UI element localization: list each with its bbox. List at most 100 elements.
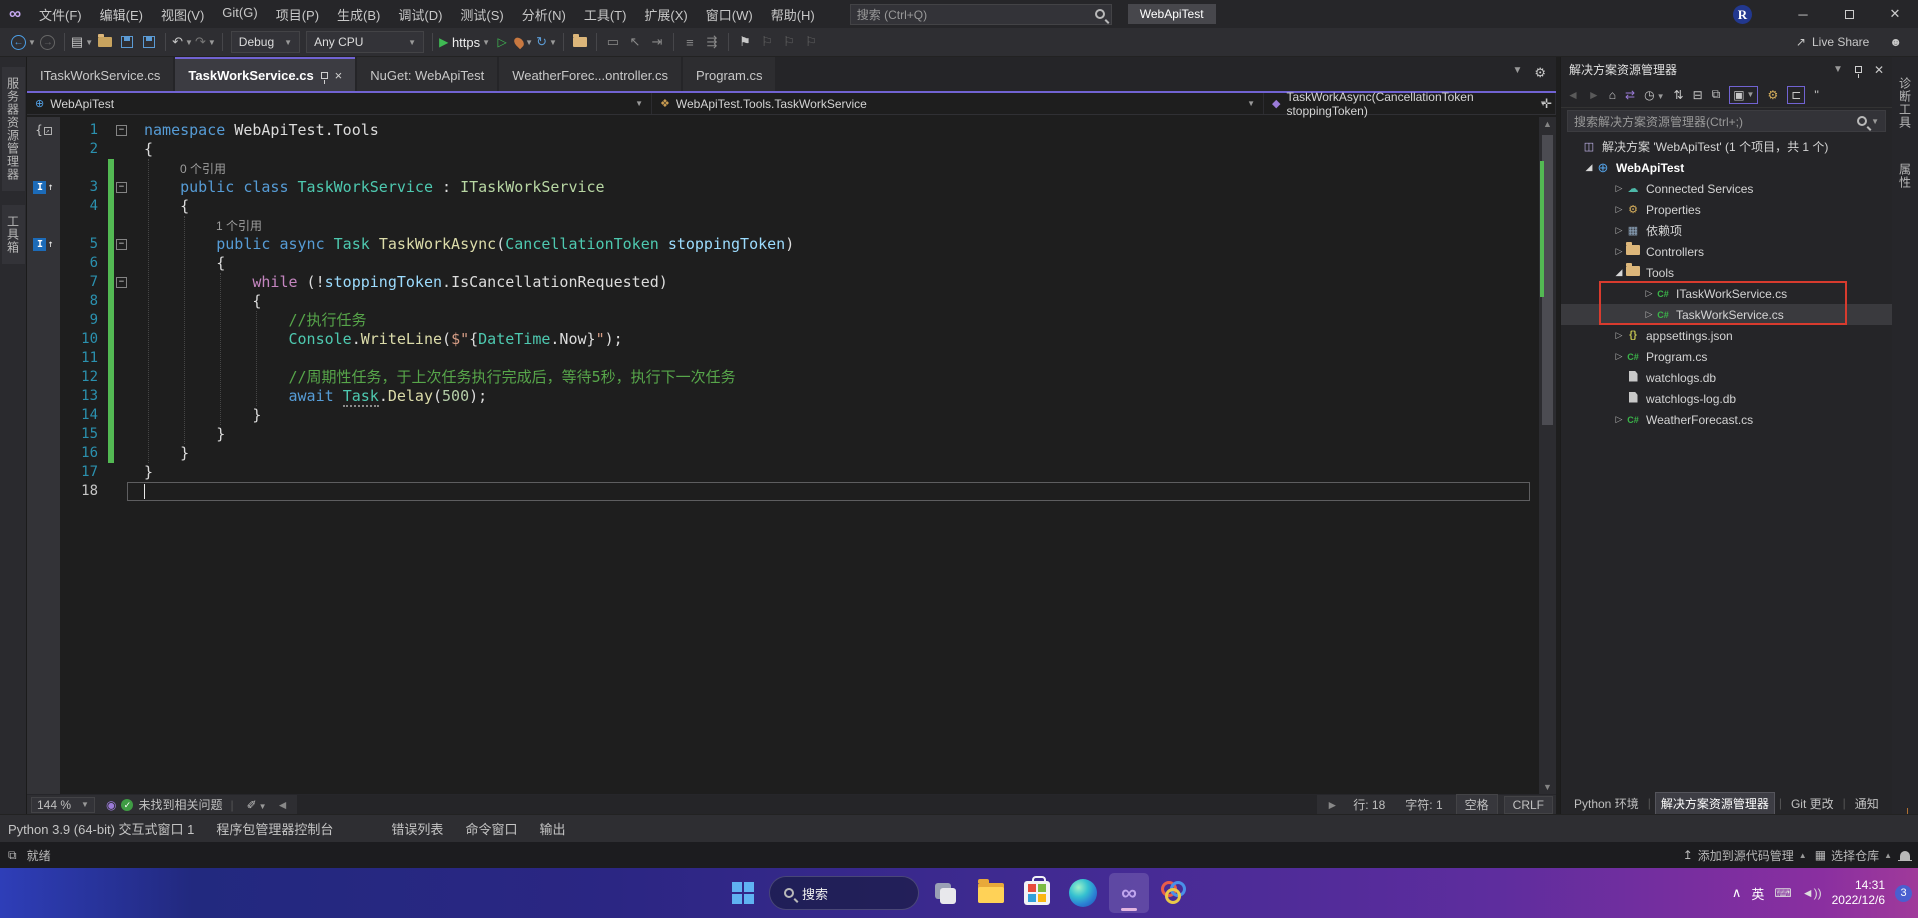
quick-search-input[interactable]: 搜索 (Ctrl+Q): [849, 3, 1112, 25]
select-repository-button[interactable]: ▦ 选择仓库 ▲: [1815, 847, 1892, 864]
fold-collapse-icon[interactable]: −: [116, 182, 127, 193]
close-button[interactable]: ✕: [1872, 0, 1918, 28]
scroll-down-icon[interactable]: ▼: [1539, 782, 1556, 792]
save-listing-button[interactable]: ▭: [603, 31, 623, 53]
code-editor[interactable]: {↗ 1− namespace WebApiTest.Tools 2{0 个引用 I ↑ 3…: [27, 117, 1556, 794]
code-cleanup-button[interactable]: ✐ ▼: [247, 798, 267, 812]
resharper-icon[interactable]: R: [1733, 4, 1752, 24]
panel-menu-dropdown[interactable]: ▼: [1833, 64, 1843, 75]
spaces-indicator[interactable]: 空格: [1455, 794, 1498, 815]
panel-bottom-tab[interactable]: Git 更改: [1786, 793, 1839, 814]
keyboard-icon[interactable]: ⌨: [1774, 886, 1791, 900]
solution-configuration-dropdown[interactable]: Debug ▼: [230, 31, 301, 53]
menu-item[interactable]: 分析(N): [513, 1, 575, 28]
menu-item[interactable]: 编辑(E): [91, 1, 152, 28]
line-comment-button[interactable]: ≡: [680, 31, 700, 53]
line-indicator[interactable]: 行: 18: [1353, 796, 1385, 813]
column-indicator[interactable]: 字符: 1: [1405, 796, 1442, 813]
start-button[interactable]: [723, 873, 763, 913]
tool-window-tab[interactable]: 命令窗口: [465, 819, 517, 838]
switch-views-icon[interactable]: ⇄: [1625, 88, 1635, 102]
codelens-row[interactable]: 1 个引用: [27, 216, 1556, 235]
tab-overflow-dropdown[interactable]: ▼: [1512, 65, 1522, 81]
tree-item[interactable]: ▷ {} appsettings.json: [1561, 325, 1892, 346]
menu-item[interactable]: 生成(B): [328, 1, 389, 28]
zoom-dropdown[interactable]: 144 % ▼: [31, 796, 95, 813]
tree-expander-icon[interactable]: ▷: [1613, 330, 1625, 341]
editor-tab[interactable]: NuGet: WebApiTest: [357, 57, 498, 91]
solution-search-input[interactable]: 搜索解决方案资源管理器(Ctrl+;) ▼: [1567, 110, 1886, 132]
file-explorer-button[interactable]: [971, 873, 1011, 913]
tool-window-tab[interactable]: 输出: [539, 819, 565, 838]
tree-expander-icon[interactable]: ▷: [1613, 225, 1625, 236]
minimize-button[interactable]: ─: [1780, 0, 1826, 28]
eol-indicator[interactable]: CRLF: [1503, 795, 1553, 814]
tree-expander-icon[interactable]: ▷: [1613, 246, 1625, 257]
code-row[interactable]: 15 }: [27, 425, 1556, 444]
uncomment-button[interactable]: ⇶: [702, 31, 722, 53]
tree-item[interactable]: ▷ ▦ 依赖项: [1561, 220, 1892, 241]
menu-item[interactable]: 扩展(X): [635, 1, 696, 28]
live-share-button[interactable]: ↗ Live Share ☻: [1796, 35, 1902, 49]
tree-item[interactable]: watchlogs-log.db: [1561, 388, 1892, 409]
codelens-references[interactable]: 0 个引用: [180, 162, 226, 176]
tree-item[interactable]: ▷ C# Program.cs: [1561, 346, 1892, 367]
pin-icon[interactable]: [1854, 66, 1862, 78]
code-row[interactable]: 17}: [27, 463, 1556, 482]
tool-window-tab[interactable]: Python 3.9 (64-bit) 交互式窗口 1: [8, 819, 194, 838]
redo-button[interactable]: ↷ ▼: [195, 31, 216, 53]
open-file-button[interactable]: [95, 31, 115, 53]
navigate-back-button[interactable]: ← ▼: [11, 31, 36, 53]
editor-tab[interactable]: WeatherForec...ontroller.cs: [499, 57, 682, 91]
pin-icon[interactable]: [320, 71, 328, 84]
code-row[interactable]: I ↑ 3 − public class TaskWorkService : ITas…: [27, 178, 1556, 197]
code-row[interactable]: 6 {: [27, 254, 1556, 273]
tab-close-icon[interactable]: ×: [335, 68, 343, 83]
wrench-icon[interactable]: ⚙: [1767, 88, 1778, 102]
toggle-bookmark-button[interactable]: ⚑: [735, 31, 755, 53]
project-dropdown[interactable]: ⊕ WebApiTest ▼: [27, 93, 652, 114]
tree-expander-icon[interactable]: ◢: [1613, 267, 1625, 278]
show-all-files-toggle[interactable]: ▣ ▼: [1729, 85, 1759, 104]
editor-tab[interactable]: Program.cs: [683, 57, 776, 91]
find-in-files-button[interactable]: [570, 31, 590, 53]
solution-explorer-header[interactable]: 解决方案资源管理器 ▼ ✕: [1561, 57, 1892, 82]
notification-count-badge[interactable]: 3: [1895, 884, 1912, 902]
editor-vertical-scrollbar[interactable]: ▲ ▼: [1539, 117, 1556, 794]
tree-item[interactable]: watchlogs.db: [1561, 367, 1892, 388]
volume-network-icons[interactable]: ◄)): [1802, 886, 1822, 900]
code-row[interactable]: I ↑ 5 − public async Task TaskWorkAsync(Can…: [27, 235, 1556, 254]
tree-item[interactable]: ◢ Tools: [1561, 262, 1892, 283]
undo-button[interactable]: ↶ ▼: [172, 31, 193, 53]
tool-window-tab[interactable]: 错误列表: [391, 819, 443, 838]
editor-tab[interactable]: ITaskWorkService.cs: [27, 57, 174, 91]
implements-icon[interactable]: I: [33, 181, 47, 194]
fold-collapse-icon[interactable]: −: [116, 239, 127, 250]
type-dropdown[interactable]: ❖ WebApiTest.Tools.TaskWorkService ▼: [652, 93, 1264, 114]
new-project-button[interactable]: ▤ ▼: [71, 31, 93, 53]
code-row[interactable]: {↗ 1 − namespace WebApiTest.Tools: [27, 121, 1556, 140]
fold-collapse-icon[interactable]: −: [116, 277, 127, 288]
tree-item[interactable]: ▷ ☁ Connected Services: [1561, 178, 1892, 199]
menu-item[interactable]: 测试(S): [451, 1, 512, 28]
rings-app-button[interactable]: [1155, 873, 1195, 913]
tree-expander-icon[interactable]: ◢: [1583, 162, 1595, 173]
tab-options-gear-icon[interactable]: ⚙: [1534, 65, 1546, 81]
add-to-source-control-button[interactable]: ↥ 添加到源代码管理 ▲: [1683, 847, 1807, 864]
panel-bottom-tab[interactable]: 解决方案资源管理器: [1654, 791, 1775, 815]
code-row[interactable]: 14 }: [27, 406, 1556, 425]
properties-icon[interactable]: ⧉: [1712, 87, 1721, 102]
maximize-button[interactable]: [1826, 0, 1872, 28]
side-tool-tab[interactable]: 工具箱: [1, 205, 25, 264]
preview-selected-toggle[interactable]: ⊏: [1787, 85, 1806, 104]
tree-item[interactable]: ▷ C# TaskWorkService.cs: [1561, 304, 1892, 325]
fold-collapse-icon[interactable]: −: [116, 125, 127, 136]
hidden-icons-chevron[interactable]: ∧: [1732, 885, 1742, 901]
notifications-bell-icon[interactable]: [1898, 850, 1912, 861]
code-row[interactable]: 16 }: [27, 444, 1556, 463]
tree-item[interactable]: ▷ C# ITaskWorkService.cs: [1561, 283, 1892, 304]
scroll-up-icon[interactable]: ▲: [1539, 119, 1556, 129]
background-tasks-icon[interactable]: ⧉: [8, 848, 17, 863]
horizontal-scrollbar[interactable]: [297, 795, 1318, 814]
hot-reload-button[interactable]: ▼: [512, 31, 534, 53]
